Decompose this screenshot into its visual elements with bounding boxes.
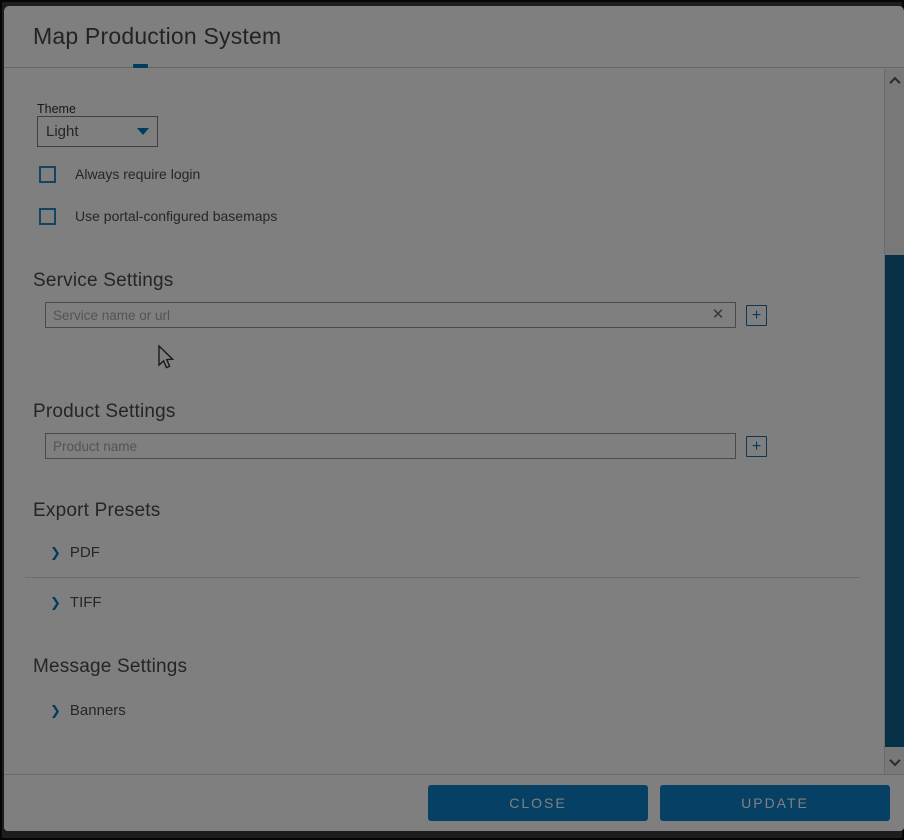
always-require-login-checkbox[interactable] (39, 166, 56, 183)
scroll-down-icon[interactable] (885, 752, 904, 772)
chevron-right-icon: ❯ (50, 596, 61, 609)
scrolled-element-peek (133, 64, 148, 68)
close-button[interactable]: CLOSE (428, 785, 648, 821)
caret-down-icon (137, 128, 149, 135)
chevron-right-icon: ❯ (50, 704, 61, 717)
update-button[interactable]: UPDATE (660, 785, 890, 821)
dialog-footer: CLOSE UPDATE (4, 774, 904, 831)
export-presets-heading: Export Presets (33, 500, 160, 522)
add-product-button[interactable]: + (746, 436, 767, 457)
theme-select-value: Light (46, 123, 137, 140)
screen: Map Production System Theme Light Always… (0, 0, 904, 840)
dialog-header: Map Production System (4, 6, 904, 68)
theme-label: Theme (37, 102, 76, 116)
scroll-up-icon[interactable] (885, 71, 904, 91)
dialog-title: Map Production System (33, 23, 281, 50)
mouse-cursor-icon (156, 344, 176, 372)
add-service-button[interactable]: + (746, 305, 767, 326)
export-preset-tiff-row[interactable]: ❯ TIFF (50, 592, 102, 612)
chevron-right-icon: ❯ (50, 546, 61, 559)
checkbox-label: Use portal-configured basemaps (75, 208, 277, 224)
message-settings-heading: Message Settings (33, 656, 187, 678)
row-divider (25, 577, 860, 578)
theme-select[interactable]: Light (37, 116, 158, 147)
collapse-row-label: TIFF (70, 594, 102, 611)
checkbox-row-portal-basemaps: Use portal-configured basemaps (39, 207, 277, 225)
use-portal-basemaps-checkbox[interactable] (39, 208, 56, 225)
export-preset-pdf-row[interactable]: ❯ PDF (50, 542, 100, 562)
product-name-input[interactable] (45, 433, 736, 459)
map-production-system-dialog: Map Production System Theme Light Always… (4, 6, 904, 831)
clear-x-icon[interactable]: ✕ (708, 305, 728, 325)
collapse-row-label: Banners (70, 702, 126, 719)
service-name-input[interactable] (45, 302, 736, 328)
checkbox-row-always-require-login: Always require login (39, 165, 200, 183)
product-settings-heading: Product Settings (33, 401, 176, 423)
message-banners-row[interactable]: ❯ Banners (50, 700, 126, 720)
service-settings-heading: Service Settings (33, 270, 174, 292)
checkbox-label: Always require login (75, 166, 200, 182)
vertical-scrollbar[interactable] (884, 69, 904, 774)
collapse-row-label: PDF (70, 544, 100, 561)
scrollbar-thumb[interactable] (885, 255, 904, 747)
